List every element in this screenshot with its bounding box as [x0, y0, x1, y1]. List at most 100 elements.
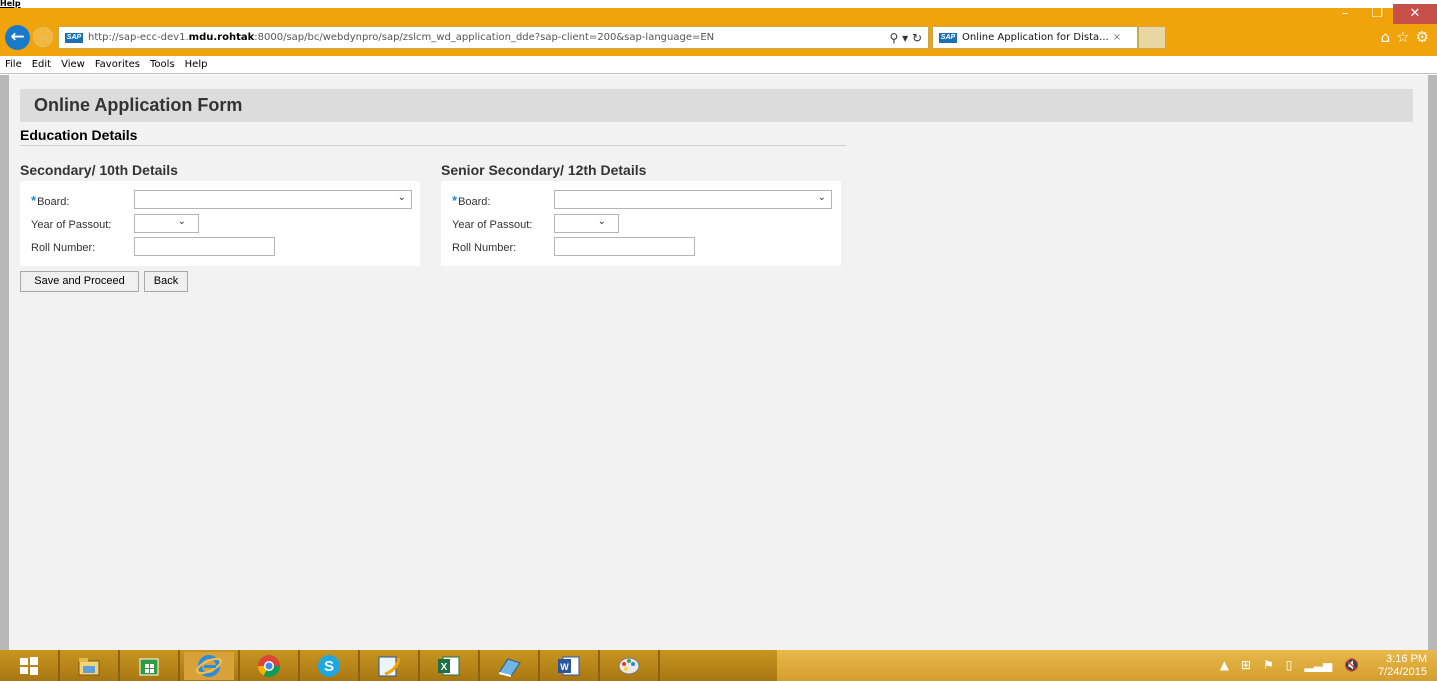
- section-title: Education Details: [20, 127, 138, 143]
- roll-label: Roll Number:: [452, 242, 517, 254]
- restore-button[interactable]: ❐: [1361, 4, 1393, 24]
- section-divider: [20, 145, 846, 146]
- back-form-button[interactable]: Back: [144, 271, 188, 292]
- home-icon[interactable]: ⌂: [1381, 28, 1391, 46]
- clock-time: 3:16 PM: [1386, 653, 1427, 665]
- onenote-icon[interactable]: [484, 652, 534, 680]
- menu-view[interactable]: View: [61, 59, 85, 70]
- taskbar-divider: [58, 650, 60, 681]
- sap-favicon-icon: SAP: [65, 32, 83, 43]
- taskbar-divider: [238, 650, 240, 681]
- chevron-down-icon: ⌄: [817, 192, 826, 203]
- panel-12th: *Board: ⌄ Year of Passout: ⌄ Roll Number…: [441, 181, 841, 266]
- search-refresh-icon[interactable]: ⚲ ▾ ↻: [890, 31, 923, 45]
- year-select-10th[interactable]: ⌄: [134, 214, 199, 233]
- forward-button[interactable]: ⇨: [33, 27, 53, 47]
- file-explorer-icon[interactable]: [64, 652, 114, 680]
- taskbar-divider: [298, 650, 300, 681]
- store-icon[interactable]: [124, 652, 174, 680]
- tray-icons: ▲ ⊞ ⚑ ▯ ▂▃▅ 🔇: [1220, 658, 1359, 672]
- signal-icon[interactable]: ▂▃▅: [1304, 658, 1332, 672]
- volume-muted-icon[interactable]: 🔇: [1344, 658, 1359, 672]
- excel-icon[interactable]: X: [424, 652, 474, 680]
- url-text: http://sap-ecc-dev1.mdu.rohtak:8000/sap/…: [88, 32, 715, 43]
- window-controls: – ❐ ✕: [1329, 4, 1437, 24]
- clock-date: 7/24/2015: [1378, 666, 1427, 678]
- settings-gear-icon[interactable]: ⚙: [1416, 28, 1429, 46]
- notepad-icon[interactable]: [364, 652, 414, 680]
- year-label: Year of Passout:: [31, 219, 112, 231]
- chevron-down-icon: ⌄: [177, 216, 186, 227]
- address-bar[interactable]: SAP http://sap-ecc-dev1.mdu.rohtak:8000/…: [58, 26, 929, 49]
- board-label: *Board:: [452, 193, 491, 208]
- top-strip: [0, 0, 1437, 8]
- keyboard-icon[interactable]: ⊞: [1241, 658, 1251, 672]
- taskbar-divider: [118, 650, 120, 681]
- chevron-down-icon: ⌄: [397, 192, 406, 203]
- row-year: Year of Passout: ⌄: [441, 214, 841, 234]
- menu-file[interactable]: File: [5, 59, 22, 70]
- svg-text:X: X: [441, 662, 448, 673]
- svg-text:W: W: [560, 662, 569, 672]
- minimize-button[interactable]: –: [1329, 4, 1361, 24]
- roll-number-input-10th[interactable]: [134, 237, 275, 256]
- year-label: Year of Passout:: [452, 219, 533, 231]
- taskbar-divider: [178, 650, 180, 681]
- system-tray: ▲ ⊞ ⚑ ▯ ▂▃▅ 🔇 3:16 PM 7/24/2015: [777, 650, 1437, 681]
- battery-icon[interactable]: ▯: [1286, 658, 1293, 672]
- taskbar-divider: [658, 650, 660, 681]
- row-roll: Roll Number:: [20, 237, 420, 257]
- board-select-12th[interactable]: ⌄: [554, 190, 832, 209]
- roll-number-input-12th[interactable]: [554, 237, 695, 256]
- taskbar-divider: [358, 650, 360, 681]
- favorites-star-icon[interactable]: ☆: [1396, 28, 1409, 46]
- roll-label: Roll Number:: [31, 242, 96, 254]
- chevron-down-icon: ⌄: [597, 216, 606, 227]
- close-button[interactable]: ✕: [1393, 4, 1437, 24]
- menu-favorites[interactable]: Favorites: [95, 59, 140, 70]
- internet-explorer-icon[interactable]: [184, 652, 234, 680]
- row-roll: Roll Number:: [441, 237, 841, 257]
- menu-bar: File Edit View Favorites Tools Help: [0, 56, 1437, 74]
- group-title-12th: Senior Secondary/ 12th Details: [441, 162, 647, 178]
- row-board: *Board: ⌄: [441, 190, 841, 210]
- tab-title: Online Application for Dista...: [962, 32, 1109, 43]
- show-hidden-icons-icon[interactable]: ▲: [1220, 658, 1229, 672]
- year-select-12th[interactable]: ⌄: [554, 214, 619, 233]
- taskbar-divider: [598, 650, 600, 681]
- row-year: Year of Passout: ⌄: [20, 214, 420, 234]
- paint-icon[interactable]: [604, 652, 654, 680]
- tab-online-application[interactable]: SAP Online Application for Dista... ×: [932, 26, 1138, 49]
- menu-help[interactable]: Help: [185, 59, 208, 70]
- row-board: *Board: ⌄: [20, 190, 420, 210]
- new-tab-button[interactable]: [1138, 26, 1166, 49]
- taskbar-divider: [418, 650, 420, 681]
- taskbar: S X W ▲ ⊞ ⚑ ▯ ▂▃▅ 🔇 3:16 PM 7/24/2015: [0, 650, 1437, 681]
- required-icon: *: [31, 193, 37, 208]
- group-title-10th: Secondary/ 10th Details: [20, 162, 178, 178]
- svg-text:S: S: [324, 658, 334, 675]
- corner-help-text: Help: [0, 0, 21, 8]
- chrome-icon[interactable]: [244, 652, 294, 680]
- page-title: Online Application Form: [20, 89, 1413, 122]
- required-icon: *: [452, 193, 458, 208]
- taskbar-divider: [538, 650, 540, 681]
- taskbar-divider: [478, 650, 480, 681]
- save-and-proceed-button[interactable]: Save and Proceed: [20, 271, 139, 292]
- board-select-10th[interactable]: ⌄: [134, 190, 412, 209]
- panel-10th: *Board: ⌄ Year of Passout: ⌄ Roll Number…: [20, 181, 420, 266]
- menu-edit[interactable]: Edit: [32, 59, 51, 70]
- clock[interactable]: 3:16 PM 7/24/2015: [1378, 653, 1427, 679]
- browser-right-icons: ⌂ ☆ ⚙: [1381, 28, 1429, 46]
- menu-tools[interactable]: Tools: [150, 59, 175, 70]
- windows-start-icon[interactable]: [4, 652, 54, 680]
- sap-favicon-icon: SAP: [939, 32, 957, 43]
- browser-chrome: Help – ❐ ✕ ← ⇨ SAP http://sap-ecc-dev1.m…: [0, 0, 1437, 56]
- skype-icon[interactable]: S: [304, 652, 354, 680]
- word-icon[interactable]: W: [544, 652, 594, 680]
- board-label: *Board:: [31, 193, 70, 208]
- tab-close-icon[interactable]: ×: [1113, 32, 1121, 43]
- page-content: Online Application Form Education Detail…: [0, 75, 1437, 650]
- action-center-flag-icon[interactable]: ⚑: [1263, 658, 1274, 672]
- back-button[interactable]: ←: [5, 25, 30, 50]
